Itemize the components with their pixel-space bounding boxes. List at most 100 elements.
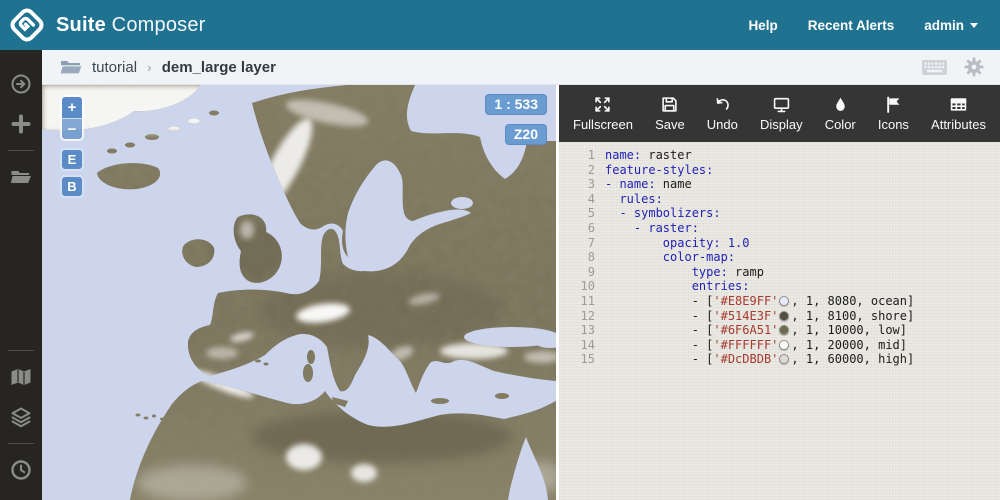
sidebar-divider — [8, 350, 34, 351]
toolbar-button-label: Color — [824, 116, 856, 132]
toolbar-button-label: Save — [655, 116, 685, 132]
caret-down-icon — [970, 22, 978, 28]
top-nav: Help Recent Alerts admin — [748, 18, 1000, 33]
save-button[interactable]: Save — [649, 92, 691, 136]
line-number: 8 — [587, 250, 595, 265]
sidebar-divider — [8, 150, 34, 151]
plus-icon[interactable] — [10, 113, 32, 135]
attributes-button[interactable]: Attributes — [925, 92, 992, 136]
code-text: - symbolizers: — [619, 206, 721, 221]
code-line: 5 - symbolizers: — [559, 206, 1000, 221]
line-number: 6 — [587, 220, 595, 235]
toolbar-button-label: Display — [759, 116, 803, 132]
keyboard-shortcuts-icon[interactable] — [921, 59, 948, 76]
dem-basemap — [42, 85, 556, 500]
attributes-icon — [950, 96, 967, 113]
breadcrumb-separator: › — [147, 59, 152, 75]
scale-badge[interactable]: 1 : 533 — [485, 94, 547, 115]
line-number: 15 — [580, 352, 595, 367]
code-text: entries: — [691, 279, 750, 294]
code-line: 10 entries: — [559, 279, 1000, 294]
code-text: - ['#DcDBDB', 1, 60000, high] — [605, 352, 915, 367]
zoom-in-button[interactable]: + — [62, 97, 82, 118]
line-number: 12 — [580, 308, 595, 323]
editor-toolbar: Fullscreen Save Undo Display Color Icons Attri… — [559, 85, 1000, 142]
clock-icon[interactable] — [10, 459, 32, 481]
line-number: 5 — [587, 206, 595, 221]
breadcrumb-parent-link[interactable]: tutorial — [92, 59, 137, 76]
nav-link-recent-alerts[interactable]: Recent Alerts — [808, 18, 895, 33]
line-number: 13 — [580, 323, 595, 338]
map-icon[interactable] — [10, 366, 32, 388]
fullscreen-button[interactable]: Fullscreen — [567, 92, 639, 136]
basemap-button[interactable]: B — [60, 175, 84, 198]
toolbar-button-label: Undo — [706, 116, 738, 132]
suite-logo-icon — [10, 8, 44, 42]
line-number: 4 — [587, 191, 595, 206]
code-text: name: raster — [605, 148, 692, 162]
line-number: 9 — [587, 264, 595, 279]
code-line: 3 - name: name — [559, 177, 1000, 192]
app-title: Suite Composer — [56, 13, 206, 36]
code-line: 12 - ['#514E3F', 1, 8100, shore] — [559, 309, 1000, 324]
color-icon — [832, 96, 849, 113]
layers-icon[interactable] — [10, 406, 32, 428]
color-swatch[interactable] — [779, 325, 790, 336]
yaml-style-editor[interactable]: 1 name: raster 2 feature-styles: 3 - name: na… — [559, 142, 1000, 500]
style-editor-panel: Fullscreen Save Undo Display Color Icons Attri… — [556, 85, 1000, 500]
code-text: - raster: — [633, 220, 699, 235]
toolbar-button-label: Fullscreen — [573, 116, 633, 132]
code-line: 8 color-map: — [559, 250, 1000, 265]
icons-button[interactable]: Icons — [872, 92, 915, 136]
color-swatch[interactable] — [779, 295, 790, 306]
code-line: 14 - ['#FFFFFF', 1, 20000, mid] — [559, 338, 1000, 353]
code-text: - ['#514E3F', 1, 8100, shore] — [605, 308, 915, 323]
nav-link-label: admin — [924, 17, 964, 33]
settings-gear-icon[interactable] — [964, 57, 984, 77]
code-line: 2 feature-styles: — [559, 163, 1000, 178]
line-number: 3 — [587, 177, 595, 192]
code-line: 15 - ['#DcDBDB', 1, 60000, high] — [559, 352, 1000, 367]
nav-link-help[interactable]: Help — [748, 18, 777, 33]
arrow-circle-right-icon[interactable] — [10, 73, 32, 95]
map-canvas[interactable]: + − E B 1 : 533 Z20 — [42, 85, 556, 500]
code-text: - name: name — [605, 177, 692, 192]
fullscreen-icon — [594, 96, 611, 113]
nav-link-label: Help — [748, 17, 778, 33]
flag-icon — [885, 96, 902, 113]
color-button[interactable]: Color — [819, 92, 862, 136]
code-text: - ['#E8E9FF', 1, 8080, ocean] — [605, 293, 915, 308]
line-number: 7 — [587, 235, 595, 250]
line-number: 11 — [580, 293, 595, 308]
undo-icon — [714, 96, 731, 113]
breadcrumb-current: dem_large layer — [161, 58, 276, 76]
zoom-level-badge[interactable]: Z20 — [504, 124, 547, 145]
undo-button[interactable]: Undo — [701, 92, 744, 136]
display-icon — [773, 96, 790, 113]
code-line: 1 name: raster — [559, 148, 1000, 163]
code-text: type: ramp — [691, 264, 764, 279]
save-icon — [661, 96, 678, 113]
code-text: - ['#6F6A51', 1, 10000, low] — [605, 323, 907, 338]
line-number: 2 — [587, 162, 595, 177]
nav-link-admin[interactable]: admin — [924, 18, 978, 33]
line-number: 1 — [587, 148, 595, 162]
code-text: rules: — [619, 191, 663, 206]
sidebar-divider — [8, 443, 34, 444]
color-swatch[interactable] — [779, 310, 790, 321]
code-text: color-map: — [662, 250, 736, 265]
zoom-out-button[interactable]: − — [62, 118, 82, 139]
folder-open-icon[interactable] — [10, 166, 32, 188]
color-swatch[interactable] — [779, 339, 790, 350]
code-line: 6 - raster: — [559, 221, 1000, 236]
display-button[interactable]: Display — [754, 92, 809, 136]
code-line: 7 opacity: 1.0 — [559, 236, 1000, 251]
color-swatch[interactable] — [779, 354, 790, 365]
code-line: 11 - ['#E8E9FF', 1, 8080, ocean] — [559, 294, 1000, 309]
code-text: opacity: 1.0 — [662, 235, 750, 250]
edit-mode-button[interactable]: E — [60, 148, 84, 171]
toolbar-button-label: Attributes — [931, 116, 986, 132]
folder-icon — [60, 61, 82, 74]
toolbar-button-label: Icons — [877, 116, 909, 132]
code-line: 4 rules: — [559, 192, 1000, 207]
